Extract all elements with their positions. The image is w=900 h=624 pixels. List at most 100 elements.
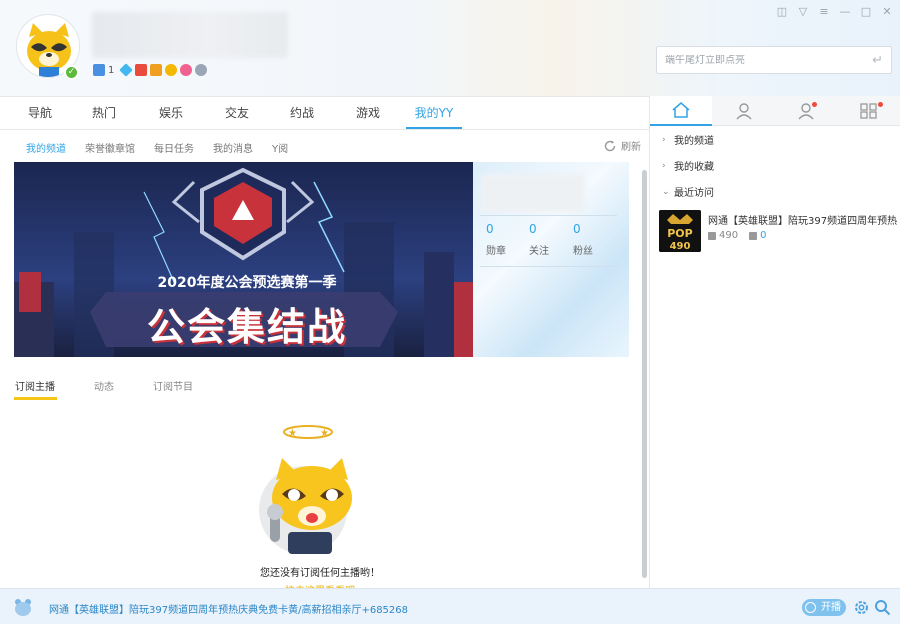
smile-badge-icon[interactable] xyxy=(165,64,178,76)
close-icon[interactable]: ✕ xyxy=(880,5,894,19)
rp-tab-profile[interactable] xyxy=(713,96,775,126)
refresh-icon xyxy=(604,140,616,151)
stat-following[interactable]: 0 关注 xyxy=(529,222,569,257)
profile-card: 0 勋章 0 关注 0 粉丝 xyxy=(473,162,629,357)
tab-social[interactable]: 交友 xyxy=(211,97,263,129)
empty-state-mascot-icon: ★ ★ xyxy=(248,420,368,560)
bear-mascot-icon[interactable] xyxy=(12,596,34,618)
verified-check-icon: ✓ xyxy=(64,65,79,80)
menu-icon[interactable]: ≡ xyxy=(817,5,831,19)
search-input[interactable] xyxy=(665,54,873,66)
subnav-my-channels[interactable]: 我的频道 xyxy=(26,140,66,155)
tab-battle[interactable]: 约战 xyxy=(276,97,328,129)
svg-text:★: ★ xyxy=(288,428,297,439)
stat-fans[interactable]: 0 粉丝 xyxy=(573,222,613,257)
stat-badges-value: 0 xyxy=(486,222,494,236)
stat-fans-label: 粉丝 xyxy=(573,246,593,257)
section-label: 我的收藏 xyxy=(674,162,714,173)
go-live-label: 开播 xyxy=(821,602,841,613)
rp-tab-home[interactable] xyxy=(650,96,712,126)
section-label: 我的频道 xyxy=(674,136,714,147)
username-blurred xyxy=(92,12,288,58)
badge-row: 1 xyxy=(93,63,208,77)
search-icon[interactable] xyxy=(874,599,891,616)
stat-following-value: 0 xyxy=(529,222,537,236)
gear-icon[interactable] xyxy=(853,599,870,616)
tab-my-yy[interactable]: 我的YY xyxy=(406,97,462,129)
diamond-icon[interactable] xyxy=(119,63,134,77)
main-nav: 导航 热门 娱乐 交友 约战 游戏 我的YY xyxy=(0,96,649,130)
subnav-daily-tasks[interactable]: 每日任务 xyxy=(154,140,194,155)
eye-badge-icon[interactable] xyxy=(195,64,208,76)
stat-following-label: 关注 xyxy=(529,246,549,257)
subscription-tabs: 订阅主播 动态 订阅节目 xyxy=(14,378,634,402)
tab-activity[interactable]: 动态 xyxy=(94,378,114,393)
notification-dot xyxy=(878,102,883,107)
section-my-channels[interactable]: › 我的频道 xyxy=(662,132,714,148)
stat-fans-value: 0 xyxy=(573,222,581,236)
right-panel-tabs xyxy=(650,96,900,126)
maximize-icon[interactable]: □ xyxy=(859,5,873,19)
recent-channel-meta: 490 0 xyxy=(708,230,766,241)
vip-icon[interactable] xyxy=(135,64,148,76)
subnav-honor-badges[interactable]: 荣誉徽章馆 xyxy=(85,140,135,155)
recent-channel-item[interactable]: POP 490 网通【英雄联盟】陪玩397频道四周年预热 490 0 xyxy=(659,210,900,254)
play-badge-icon[interactable] xyxy=(150,64,163,76)
online-user-icon xyxy=(749,231,758,240)
profile-name-blurred xyxy=(481,174,585,212)
stat-badges[interactable]: 0 勋章 xyxy=(486,222,526,257)
refresh-label: 刷新 xyxy=(621,142,641,153)
subnav-y-read[interactable]: Y阅 xyxy=(272,140,288,155)
event-banner[interactable]: 2020年度公会预选赛第一季 公会集结战 xyxy=(14,162,473,357)
status-broadcast-text[interactable]: 网通【英雄联盟】陪玩397频道四周年预热庆典免费卡黄/高薪招相亲厅+685268 xyxy=(49,601,408,616)
banner-title: 公会集结战 xyxy=(146,305,347,349)
active-tab-underline xyxy=(14,397,57,400)
tab-navigation[interactable]: 导航 xyxy=(14,97,66,129)
viewers-count: 490 xyxy=(719,230,739,241)
divider xyxy=(480,266,617,267)
chevron-right-icon: › xyxy=(662,134,666,145)
header: ✓ 1 ◫ ▽ ≡ — □ ✕ ↵ xyxy=(0,0,900,96)
user-icon xyxy=(736,103,752,120)
go-live-button[interactable]: 开播 xyxy=(802,599,846,616)
skin-icon[interactable]: ◫ xyxy=(775,5,789,19)
chevron-down-icon: ⌄ xyxy=(662,186,670,197)
empty-state-message: 您还没有订阅任何主播哟！ xyxy=(260,568,380,579)
shirt-icon[interactable]: ▽ xyxy=(796,5,810,19)
stat-badges-label: 勋章 xyxy=(486,246,506,257)
tab-subscribed-programs[interactable]: 订阅节目 xyxy=(153,378,193,393)
search-box[interactable]: ↵ xyxy=(656,46,892,74)
section-label: 最近访问 xyxy=(674,188,714,199)
tab-hot[interactable]: 热门 xyxy=(78,97,130,129)
right-panel: › 我的频道 › 我的收藏 ⌄ 最近访问 POP 490 网通【英雄联盟】陪玩3… xyxy=(649,96,900,588)
refresh-button[interactable]: 刷新 xyxy=(603,138,641,153)
banner-subtitle: 2020年度公会预选赛第一季 xyxy=(157,275,337,291)
channel-thumbnail: POP 490 xyxy=(659,210,701,252)
notification-dot xyxy=(812,102,817,107)
status-bar: 网通【英雄联盟】陪玩397频道四周年预热庆典免费卡黄/高薪招相亲厅+685268… xyxy=(0,588,900,624)
divider xyxy=(480,215,617,216)
svg-text:POP: POP xyxy=(667,227,692,240)
apps-icon xyxy=(860,103,877,119)
broadcast-icon xyxy=(805,602,816,613)
sub-nav: 我的频道 荣誉徽章馆 每日任务 我的消息 Y阅 刷新 xyxy=(0,130,649,162)
online-count: 0 xyxy=(760,230,767,241)
section-recent-visits[interactable]: ⌄ 最近访问 xyxy=(662,184,714,200)
tab-games[interactable]: 游戏 xyxy=(342,97,394,129)
heart-badge-icon[interactable] xyxy=(180,64,193,76)
tab-subscribed-anchors[interactable]: 订阅主播 xyxy=(15,378,55,393)
channel-logo-icon: POP 490 xyxy=(659,210,701,252)
level-badge-icon[interactable] xyxy=(93,64,105,76)
rp-tab-apps[interactable] xyxy=(838,96,900,126)
subnav-my-messages[interactable]: 我的消息 xyxy=(213,140,253,155)
badge-count: 1 xyxy=(108,64,115,76)
enter-arrow-icon[interactable]: ↵ xyxy=(872,53,883,68)
window-controls: ◫ ▽ ≡ — □ ✕ xyxy=(775,5,894,19)
rp-tab-friends[interactable] xyxy=(775,96,837,126)
tab-entertainment[interactable]: 娱乐 xyxy=(145,97,197,129)
scrollbar-thumb[interactable] xyxy=(642,170,647,578)
minimize-icon[interactable]: — xyxy=(838,5,852,19)
home-icon xyxy=(672,102,690,118)
svg-text:★: ★ xyxy=(320,428,329,439)
section-my-favorites[interactable]: › 我的收藏 xyxy=(662,158,714,174)
